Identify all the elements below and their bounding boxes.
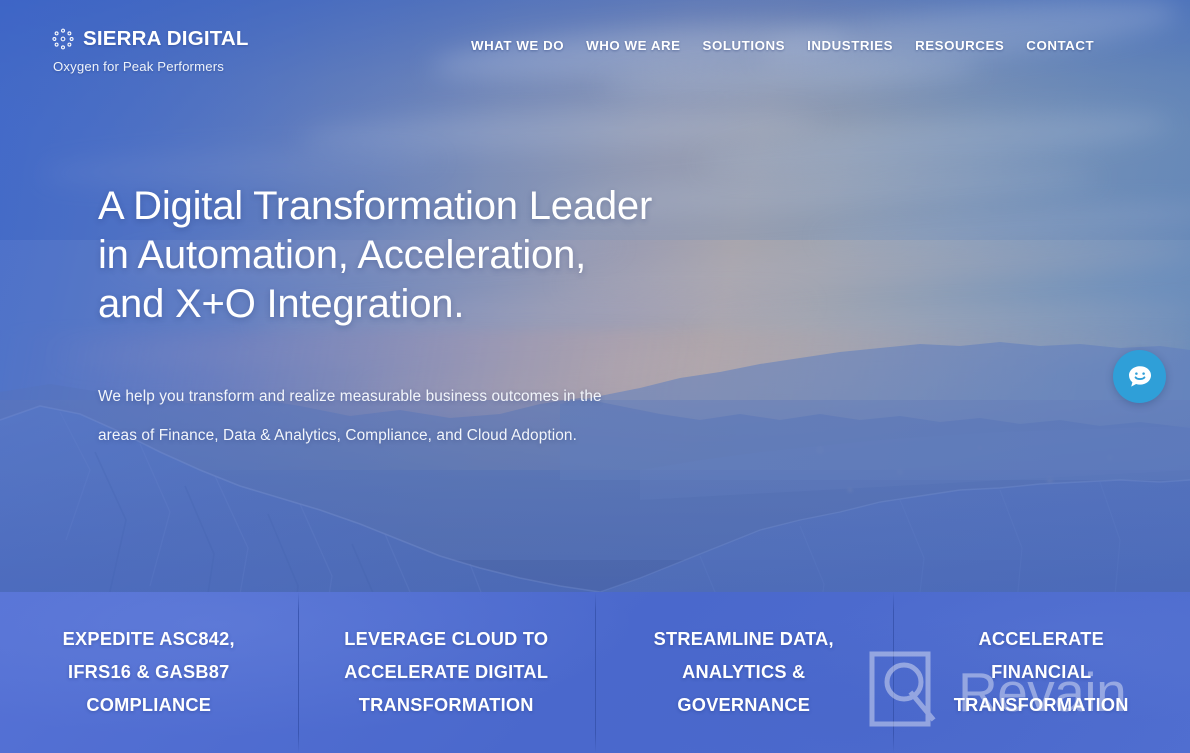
brand-name: SIERRA DIGITAL [83, 26, 249, 50]
brand-logo[interactable]: SIERRA DIGITAL Oxygen for Peak Performer… [52, 28, 249, 74]
feature-card-line-3: TRANSFORMATION [953, 695, 1129, 715]
feature-card-data-analytics[interactable]: STREAMLINE DATA, ANALYTICS & GOVERNANCE [595, 592, 893, 753]
chat-bubble-smiley-icon [1125, 362, 1155, 392]
feature-card-line-1: EXPEDITE ASC842, [62, 629, 235, 649]
feature-card-cloud[interactable]: LEVERAGE CLOUD TO ACCELERATE DIGITAL TRA… [297, 592, 596, 753]
feature-card-line-1: STREAMLINE DATA, [653, 629, 834, 649]
chat-widget-button[interactable] [1113, 350, 1166, 403]
nav-item-industries[interactable]: INDUSTRIES [796, 34, 904, 57]
feature-card-line-2: ACCELERATE DIGITAL [344, 662, 549, 682]
hero-headline: A Digital Transformation Leader in Autom… [98, 182, 778, 329]
site-header: SIERRA DIGITAL Oxygen for Peak Performer… [0, 0, 1190, 90]
feature-cards-strip: EXPEDITE ASC842, IFRS16 & GASB87 COMPLIA… [0, 592, 1190, 753]
hero-subheadline: We help you transform and realize measur… [98, 377, 778, 455]
nav-item-solutions[interactable]: SOLUTIONS [692, 34, 797, 57]
nav-item-who-we-are[interactable]: WHO WE ARE [575, 34, 691, 57]
feature-card-line-2: IFRS16 & GASB87 [68, 662, 230, 682]
feature-card-line-2: FINANCIAL [991, 662, 1092, 682]
hero-headline-line-2: in Automation, Acceleration, [98, 233, 587, 277]
brand-tagline: Oxygen for Peak Performers [53, 59, 225, 74]
hero-subheadline-line-1: We help you transform and realize measur… [98, 388, 602, 405]
feature-card-line-3: TRANSFORMATION [358, 695, 534, 715]
main-navigation: WHAT WE DO WHO WE ARE SOLUTIONS INDUSTRI… [460, 34, 1105, 57]
hero-headline-line-3: and X+O Integration. [98, 282, 465, 326]
hero-section: A Digital Transformation Leader in Autom… [98, 182, 778, 455]
molecule-dots-icon [52, 28, 74, 50]
feature-card-label: LEVERAGE CLOUD TO ACCELERATE DIGITAL TRA… [344, 623, 548, 722]
hero-page: SIERRA DIGITAL Oxygen for Peak Performer… [0, 0, 1190, 753]
feature-card-line-1: ACCELERATE [978, 629, 1104, 649]
hero-headline-line-1: A Digital Transformation Leader [98, 184, 653, 228]
feature-card-line-3: GOVERNANCE [677, 695, 811, 715]
feature-card-financial[interactable]: ACCELERATE FINANCIAL TRANSFORMATION [892, 592, 1190, 753]
hero-subheadline-line-2: areas of Finance, Data & Analytics, Comp… [98, 427, 577, 444]
nav-item-contact[interactable]: CONTACT [1015, 34, 1105, 57]
feature-card-line-3: COMPLIANCE [86, 695, 212, 715]
nav-item-what-we-do[interactable]: WHAT WE DO [460, 34, 575, 57]
nav-item-resources[interactable]: RESOURCES [904, 34, 1015, 57]
feature-card-line-1: LEVERAGE CLOUD TO [344, 629, 549, 649]
feature-card-line-2: ANALYTICS & [682, 662, 806, 682]
feature-card-label: EXPEDITE ASC842, IFRS16 & GASB87 COMPLIA… [63, 623, 235, 722]
feature-card-label: ACCELERATE FINANCIAL TRANSFORMATION [954, 623, 1129, 722]
feature-card-label: STREAMLINE DATA, ANALYTICS & GOVERNANCE [654, 623, 834, 722]
feature-card-compliance[interactable]: EXPEDITE ASC842, IFRS16 & GASB87 COMPLIA… [0, 592, 298, 753]
